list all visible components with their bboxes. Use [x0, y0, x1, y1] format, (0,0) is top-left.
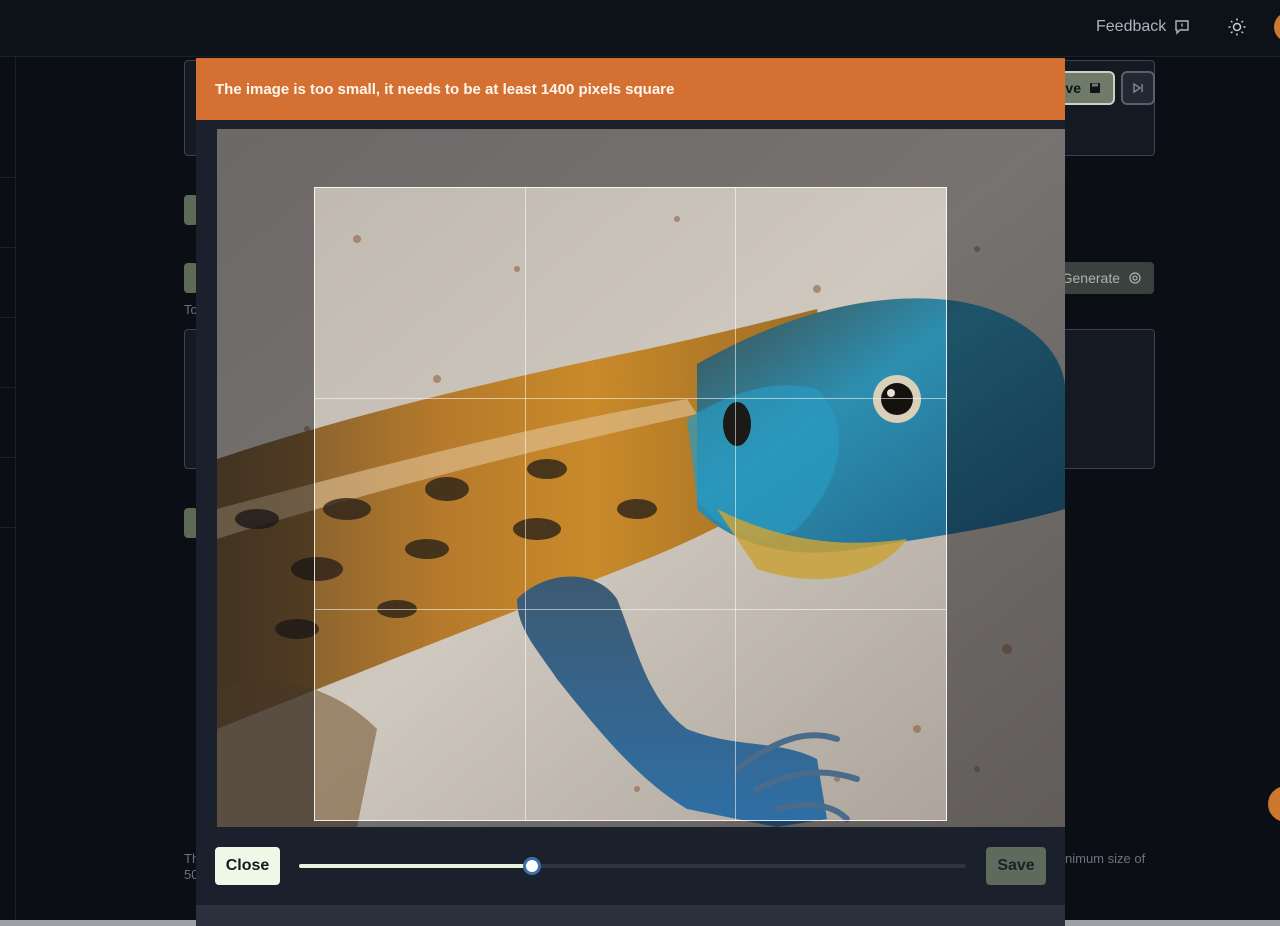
crop-grid-line	[525, 188, 527, 820]
image-cropper[interactable]	[217, 129, 1065, 827]
background-help-text: nimum size of	[1065, 851, 1146, 866]
top-navbar: Feedback	[0, 0, 1280, 57]
floppy-disk-icon	[1090, 83, 1100, 93]
crop-grid-line	[315, 398, 946, 400]
rail-divider	[0, 317, 16, 318]
left-sidebar-rail	[0, 57, 16, 921]
rail-divider	[0, 387, 16, 388]
skip-forward-icon	[1133, 82, 1143, 94]
close-button[interactable]: Close	[215, 847, 280, 885]
zoom-slider-fill	[299, 864, 533, 868]
rail-divider	[0, 177, 16, 178]
crop-selection-box[interactable]	[314, 187, 947, 821]
feedback-link[interactable]: Feedback	[1096, 16, 1190, 38]
sparkle-icon	[1129, 272, 1141, 284]
error-alert-message: The image is too small, it needs to be a…	[215, 80, 675, 98]
sun-icon[interactable]	[1227, 17, 1247, 37]
crop-grid-line	[735, 188, 737, 820]
save-button[interactable]: Save	[986, 847, 1046, 885]
floating-help-button[interactable]	[1268, 786, 1280, 822]
background-skip-button	[1121, 71, 1155, 105]
crop-grid-line	[315, 608, 946, 610]
rail-divider	[0, 457, 16, 458]
zoom-slider[interactable]	[299, 857, 966, 875]
image-crop-modal: The image is too small, it needs to be a…	[196, 58, 1065, 926]
rail-divider	[0, 527, 16, 528]
feedback-label: Feedback	[1096, 18, 1167, 35]
background-save-label: ve	[1065, 80, 1081, 96]
rail-divider	[0, 247, 16, 248]
error-alert: The image is too small, it needs to be a…	[196, 58, 1065, 120]
background-generate-label: Generate	[1061, 270, 1120, 286]
modal-bottom-edge	[196, 905, 1065, 926]
avatar[interactable]	[1274, 12, 1280, 42]
message-alert-icon	[1175, 20, 1189, 35]
